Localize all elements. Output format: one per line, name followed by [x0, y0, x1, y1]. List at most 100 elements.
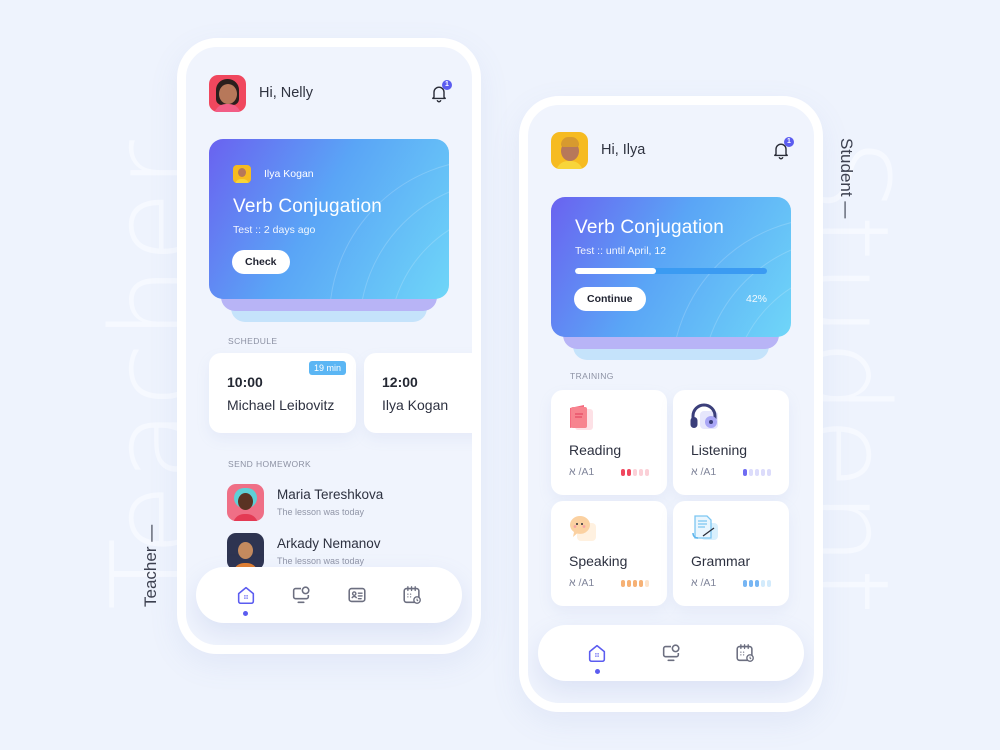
monitor-chat-icon [662, 644, 680, 662]
continue-button[interactable]: Continue [574, 287, 646, 311]
book-icon [570, 405, 593, 430]
bottom-nav [196, 567, 462, 623]
level-dot-empty [633, 469, 637, 476]
active-indicator [594, 669, 600, 674]
training-name: Grammar [691, 553, 751, 569]
training-card-reading[interactable]: Reading א /A1 [551, 390, 667, 495]
assignment-card-stack: Ilya Kogan Verb Conjugation Test :: 2 da… [209, 139, 449, 322]
level-indicator [743, 469, 771, 476]
monitor-chat-icon [293, 586, 310, 604]
speech-bubble-icon [570, 516, 596, 541]
level-indicator [621, 580, 649, 587]
schedule-card[interactable]: 19 min 10:00 Michael Leibovitz [209, 353, 356, 433]
student-side-label: Student — [837, 138, 856, 219]
nav-home[interactable] [234, 583, 258, 616]
bottom-nav [538, 625, 804, 681]
student-avatar [227, 484, 264, 521]
level-dot-filled [621, 469, 625, 476]
active-indicator [243, 611, 249, 616]
level-dot-filled [627, 469, 631, 476]
level-dot-filled [749, 580, 753, 587]
nav-lessons[interactable] [659, 641, 683, 665]
home-icon [588, 644, 606, 663]
nav-home[interactable] [585, 641, 609, 674]
notifications-button[interactable]: 1 [429, 80, 452, 103]
student-phone: Hi, Ilya 1 Verb Conjugation Test :: unti… [519, 96, 823, 712]
training-card-listening[interactable]: Listening א /A1 [673, 390, 789, 495]
training-label: TRAINING [570, 371, 614, 381]
level-dot-filled [639, 580, 643, 587]
progress-fill [575, 268, 656, 274]
student-name: Arkady Nemanov [277, 536, 381, 551]
lesson-status: The lesson was today [277, 556, 365, 566]
card-author: Ilya Kogan [233, 165, 314, 183]
nav-calendar[interactable] [733, 641, 757, 665]
greeting: Hi, Nelly [259, 85, 313, 101]
teacher-side-label: Teacher — [141, 524, 160, 607]
homework-list-item[interactable]: Maria Tereshkova The lesson was today [227, 484, 383, 521]
level-dot-filled [755, 580, 759, 587]
progress-bar [575, 268, 767, 274]
schedule-student-name: Michael Leibovitz [227, 397, 335, 413]
homework-label: SEND HOMEWORK [228, 459, 312, 469]
level-dot-empty [639, 469, 643, 476]
user-avatar[interactable] [551, 131, 588, 169]
schedule-time: 10:00 [227, 374, 263, 390]
teacher-header: Hi, Nelly 1 [209, 74, 452, 112]
author-name: Ilya Kogan [264, 168, 314, 180]
training-grid: Reading א /A1 Listening א /A1 Speaking א… [551, 390, 789, 606]
training-level: א /A1 [569, 577, 595, 589]
document-pen-icon [692, 515, 718, 540]
assignment-card-stack: Verb Conjugation Test :: until April, 12… [551, 197, 791, 360]
level-indicator [743, 580, 771, 587]
student-avatar [227, 533, 264, 570]
level-indicator [621, 469, 649, 476]
training-level: א /A1 [691, 577, 717, 589]
training-card-grammar[interactable]: Grammar א /A1 [673, 501, 789, 606]
check-button[interactable]: Check [232, 250, 290, 274]
assignment-card[interactable]: Verb Conjugation Test :: until April, 12… [551, 197, 791, 337]
notifications-button[interactable]: 1 [771, 137, 794, 160]
nav-lessons[interactable] [289, 583, 313, 607]
headphones-icon [690, 403, 718, 429]
greeting: Hi, Ilya [601, 142, 646, 158]
student-header: Hi, Ilya 1 [551, 131, 794, 169]
lesson-status: The lesson was today [277, 507, 365, 517]
training-card-speaking[interactable]: Speaking א /A1 [551, 501, 667, 606]
time-remaining-badge: 19 min [308, 361, 346, 375]
student-name: Maria Tereshkova [277, 487, 384, 502]
id-card-icon [348, 587, 366, 603]
calendar-clock-icon [403, 586, 422, 604]
level-dot-empty [761, 580, 765, 587]
card-title: Verb Conjugation [575, 217, 724, 238]
progress-percent: 42% [745, 293, 767, 305]
level-dot-empty [767, 580, 771, 587]
notification-badge: 1 [442, 80, 452, 90]
level-dot-empty [761, 469, 765, 476]
training-name: Listening [691, 442, 748, 458]
author-avatar [233, 165, 251, 183]
level-dot-filled [633, 580, 637, 587]
nav-calendar[interactable] [400, 583, 424, 607]
training-name: Speaking [569, 553, 628, 569]
notification-badge: 1 [784, 137, 794, 147]
nav-students[interactable] [345, 583, 369, 607]
level-dot-filled [627, 580, 631, 587]
card-title: Verb Conjugation [233, 196, 382, 217]
level-dot-empty [749, 469, 753, 476]
level-dot-empty [645, 469, 649, 476]
user-avatar[interactable] [209, 74, 246, 112]
schedule-card[interactable]: 12:00 Ilya Kogan [364, 353, 472, 433]
calendar-clock-icon [736, 644, 754, 662]
schedule-list: 19 min 10:00 Michael Leibovitz 12:00 Ily… [209, 353, 472, 433]
home-icon [237, 586, 254, 605]
training-level: א /A1 [691, 466, 717, 478]
teacher-phone: Hi, Nelly 1 Ilya Kogan Verb Conjugation … [177, 38, 481, 654]
homework-list-item[interactable]: Arkady Nemanov The lesson was today [227, 533, 381, 570]
schedule-student-name: Ilya Kogan [382, 397, 449, 413]
schedule-time: 12:00 [382, 374, 418, 390]
training-name: Reading [569, 442, 622, 458]
level-dot-filled [743, 469, 747, 476]
level-dot-filled [743, 580, 747, 587]
assignment-card[interactable]: Ilya Kogan Verb Conjugation Test :: 2 da… [209, 139, 449, 299]
